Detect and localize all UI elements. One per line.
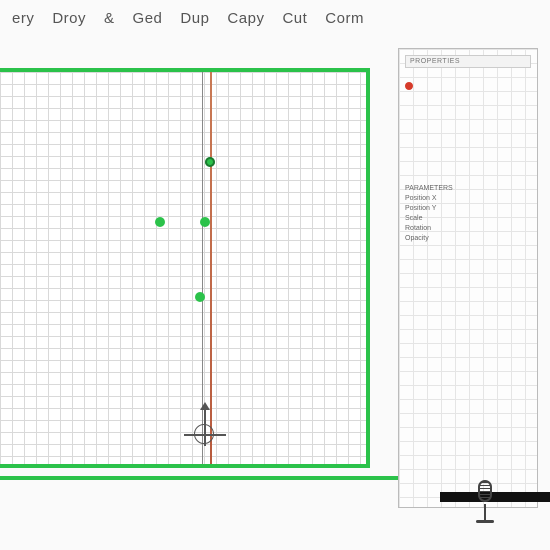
menu-bar: ery Droy & Ged Dup Capy Cut Corm xyxy=(0,0,550,33)
compass-icon xyxy=(180,406,230,456)
record-indicator-icon[interactable] xyxy=(405,82,413,90)
workspace: PROPERTIES PARAMETERS Position X Positio… xyxy=(0,38,550,550)
property-row[interactable]: Scale xyxy=(405,215,531,222)
menu-item[interactable]: Capy xyxy=(227,10,264,27)
properties-panel: PROPERTIES PARAMETERS Position X Positio… xyxy=(398,48,538,508)
menu-item[interactable]: & xyxy=(104,10,115,27)
menu-item[interactable]: ery xyxy=(12,10,34,27)
menu-item[interactable]: Droy xyxy=(52,10,86,27)
main-canvas[interactable] xyxy=(0,68,370,468)
menu-item[interactable]: Dup xyxy=(180,10,209,27)
canvas-point[interactable] xyxy=(195,292,205,302)
canvas-point[interactable] xyxy=(200,217,210,227)
canvas-point[interactable] xyxy=(155,217,165,227)
canvas-point[interactable] xyxy=(205,157,215,167)
property-row[interactable]: Position Y xyxy=(405,205,531,212)
property-row[interactable]: Rotation xyxy=(405,225,531,232)
panel-section-label: PARAMETERS xyxy=(405,185,531,192)
property-row[interactable]: Opacity xyxy=(405,235,531,242)
timeline-bar[interactable] xyxy=(0,476,420,480)
microphone-icon[interactable] xyxy=(470,480,500,530)
property-row[interactable]: Position X xyxy=(405,195,531,202)
menu-item[interactable]: Corm xyxy=(325,10,364,27)
menu-item[interactable]: Ged xyxy=(133,10,163,27)
menu-item[interactable]: Cut xyxy=(282,10,307,27)
panel-header: PROPERTIES xyxy=(405,55,531,68)
